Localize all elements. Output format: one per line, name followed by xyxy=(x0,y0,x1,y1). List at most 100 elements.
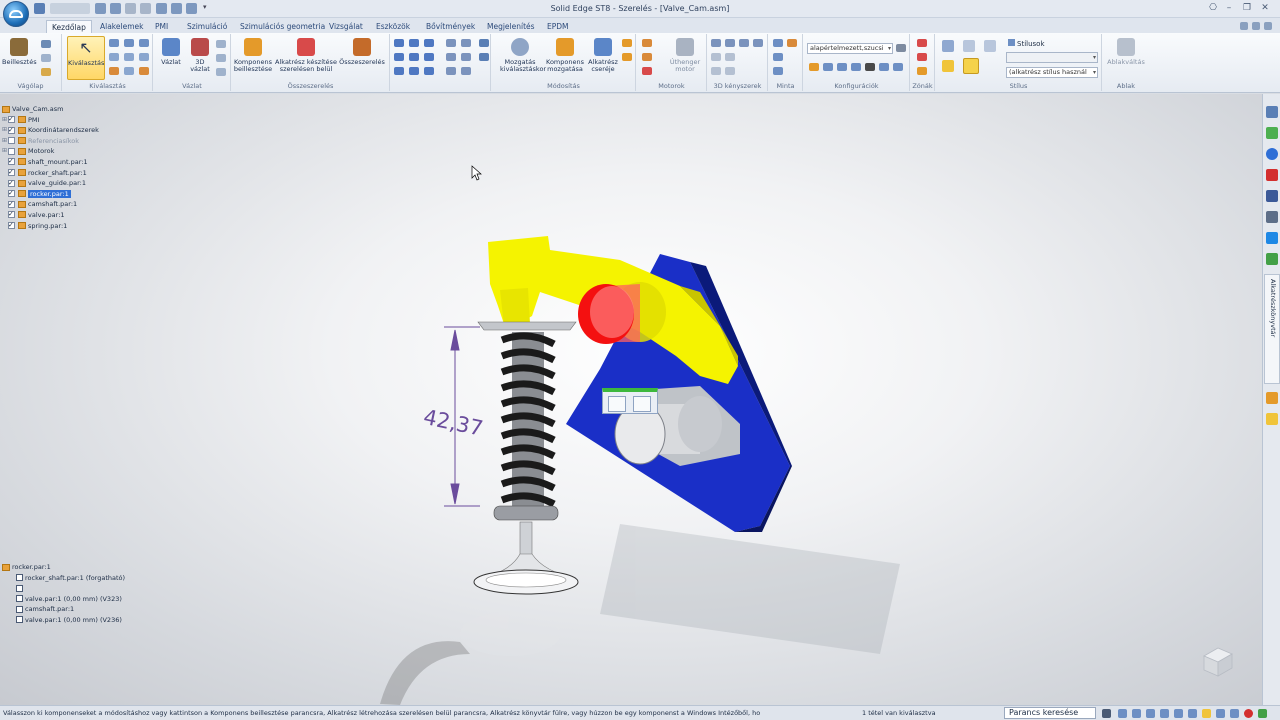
tree-item[interactable]: valve_guide.par:1 xyxy=(2,178,99,189)
visibility-checkbox[interactable] xyxy=(8,156,15,166)
close-button[interactable]: ✕ xyxy=(1258,2,1272,14)
view-cube-style-icon[interactable] xyxy=(963,40,975,52)
configuration-select[interactable]: alapértelmezett,szucsi ▾ xyxy=(807,43,893,54)
create-in-place-button[interactable]: Alkatrész készítése szerelésen belül xyxy=(274,36,338,80)
shaded-style-icon[interactable] xyxy=(942,60,954,72)
select-button[interactable]: ↖ Kiválasztás xyxy=(67,36,105,80)
relationship-item[interactable]: valve.par:1 (0,00 mm) (V323) xyxy=(2,594,125,605)
visibility-checkbox[interactable] xyxy=(8,188,15,198)
constraint-icon[interactable] xyxy=(725,67,735,75)
zone-icon[interactable] xyxy=(917,67,927,75)
visibility-checkbox[interactable] xyxy=(8,178,15,188)
visibility-checkbox[interactable] xyxy=(8,220,15,230)
tab-kezdolap[interactable]: Kezdőlap xyxy=(46,20,92,33)
select-tool-icon[interactable] xyxy=(124,39,134,47)
view-cube-icon[interactable] xyxy=(1196,640,1236,680)
zoom-area-icon[interactable] xyxy=(1118,709,1127,718)
pattern-icon[interactable] xyxy=(773,39,783,47)
camera-icon[interactable] xyxy=(865,63,875,71)
select-tool-icon[interactable] xyxy=(124,67,134,75)
axial-align-icon[interactable] xyxy=(424,39,434,47)
rocker-shaft-highlight[interactable] xyxy=(578,284,640,344)
constraint-icon[interactable] xyxy=(753,39,763,47)
zoom-icon[interactable] xyxy=(1132,709,1141,718)
move-component-button[interactable]: Komponens mozgatása xyxy=(544,36,586,80)
visibility-checkbox[interactable] xyxy=(8,199,15,209)
rotate-icon[interactable] xyxy=(1174,709,1183,718)
fit-icon[interactable] xyxy=(1146,709,1155,718)
web-icon[interactable] xyxy=(1266,232,1278,244)
assemble-button[interactable]: Összeszerelés xyxy=(338,36,386,80)
constraint-icon[interactable] xyxy=(725,53,735,61)
shaded-edges-style-icon[interactable] xyxy=(963,58,979,74)
config-tool-icon[interactable] xyxy=(823,63,833,71)
visibility-checkbox[interactable] xyxy=(8,114,15,124)
paste-button[interactable]: Beillesztés xyxy=(2,36,37,80)
tree-item[interactable]: camshaft.par:1 xyxy=(2,199,99,210)
motor-tool-icon[interactable] xyxy=(642,39,652,47)
connect-icon[interactable] xyxy=(461,39,471,47)
help-icon[interactable]: ⎔ xyxy=(1206,2,1220,14)
select-tool-icon[interactable] xyxy=(139,53,149,61)
motor-button[interactable]: Úthenger motor xyxy=(665,36,705,80)
sketch-button[interactable]: Vázlat xyxy=(157,36,185,80)
visibility-checkbox[interactable] xyxy=(8,147,15,155)
tree-root[interactable]: Valve_Cam.asm xyxy=(2,104,99,115)
view-orient-icon[interactable] xyxy=(1188,709,1197,718)
zone-icon[interactable] xyxy=(917,39,927,47)
zone-icon[interactable] xyxy=(917,53,927,61)
ribbon-minimize-icon[interactable] xyxy=(1240,22,1248,30)
constraint-icon[interactable] xyxy=(711,53,721,61)
move-on-select-button[interactable]: Mozgatás kiválasztáskor xyxy=(500,36,546,80)
motor-tool-icon[interactable] xyxy=(642,53,652,61)
config-tool-icon[interactable] xyxy=(851,63,861,71)
record-icon[interactable] xyxy=(1244,709,1253,718)
visibility-checkbox[interactable] xyxy=(8,167,15,177)
sketch3d-button[interactable]: 3D vázlat xyxy=(186,36,214,80)
relation-tool-icon[interactable] xyxy=(446,67,456,75)
part-library-tab[interactable]: Alkatrészkönyvtár xyxy=(1264,274,1280,384)
cam-icon[interactable] xyxy=(409,53,419,61)
dimension-value[interactable]: 42,37 xyxy=(421,405,485,441)
relation-tool-icon[interactable] xyxy=(461,67,471,75)
restore-button[interactable]: ❐ xyxy=(1240,2,1254,14)
sketch-tool-icon[interactable] xyxy=(216,40,226,48)
library-icon[interactable] xyxy=(1266,127,1278,139)
select-tool-icon[interactable] xyxy=(139,39,149,47)
relationship-item[interactable] xyxy=(2,583,125,594)
replace-part-button[interactable]: Alkatrész cseréje xyxy=(586,36,620,80)
tangent-icon[interactable] xyxy=(394,53,404,61)
center-plane-icon[interactable] xyxy=(424,67,434,75)
help-circle-icon[interactable] xyxy=(1266,148,1278,160)
pattern-icon[interactable] xyxy=(773,53,783,61)
command-search-input[interactable]: Parancs keresése xyxy=(1004,707,1096,719)
tab-pmi[interactable]: PMI xyxy=(150,20,173,33)
family-icon[interactable] xyxy=(1266,392,1278,404)
tab-vizsgalat[interactable]: Vizsgálat xyxy=(324,20,368,33)
view-cube-style-icon[interactable] xyxy=(984,40,996,52)
match-cs-icon[interactable] xyxy=(461,53,471,61)
tab-alakelemek[interactable]: Alakelemek xyxy=(95,20,148,33)
motor-tool-icon[interactable] xyxy=(642,67,652,75)
community-icon[interactable] xyxy=(1266,253,1278,265)
config-tool-icon[interactable] xyxy=(809,63,819,71)
select-tool-icon[interactable] xyxy=(109,67,119,75)
command-bar[interactable] xyxy=(602,388,658,414)
edit-definition-icon[interactable] xyxy=(608,396,626,412)
part-style-select[interactable]: (alkatrész stílus használ ▾ xyxy=(1006,67,1098,78)
application-button[interactable] xyxy=(3,1,29,27)
tree-item[interactable]: rocker.par:1 xyxy=(2,188,99,200)
path-icon[interactable] xyxy=(394,67,404,75)
facebook-icon[interactable] xyxy=(1266,190,1278,202)
folder-icon[interactable] xyxy=(1266,413,1278,425)
constraint-icon[interactable] xyxy=(725,39,735,47)
search-icon[interactable] xyxy=(1102,709,1111,718)
relationship-item[interactable]: valve.par:1 (0,00 mm) (V236) xyxy=(2,615,125,626)
tree-item[interactable]: ⊞Koordinátarendszerek xyxy=(2,125,99,136)
sketch-view-icon[interactable] xyxy=(1230,709,1239,718)
tab-szimulacios-geometria[interactable]: Szimulációs geometria xyxy=(235,20,330,33)
pan-icon[interactable] xyxy=(1160,709,1169,718)
insert-relation-icon[interactable] xyxy=(446,39,456,47)
parallel-icon[interactable] xyxy=(424,53,434,61)
rss-icon[interactable] xyxy=(1266,211,1278,223)
